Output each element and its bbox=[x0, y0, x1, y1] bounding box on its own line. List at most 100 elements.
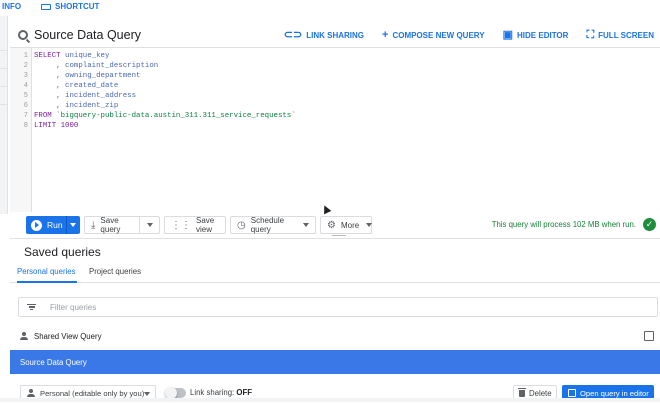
code-line: , incident_address bbox=[34, 92, 136, 100]
hide-editor-button[interactable]: ▣ HIDE EDITOR bbox=[502, 28, 569, 41]
line-number: 8 bbox=[23, 122, 28, 130]
sql-keyword: SELECT bbox=[34, 52, 61, 60]
code-line: , owning_department bbox=[34, 72, 140, 80]
chevron-down-icon bbox=[144, 392, 150, 396]
person-icon bbox=[27, 389, 35, 397]
info-link[interactable]: INFO bbox=[2, 2, 21, 11]
shortcut-label: SHORTCUT bbox=[55, 2, 100, 11]
query-toolbar: Run ⤓ Save query ⋮⋮ Save view ◷ Schedule… bbox=[22, 214, 660, 236]
panel-divider bbox=[0, 86, 8, 87]
left-panel-edge bbox=[0, 16, 8, 214]
saved-queries-title: Saved queries bbox=[24, 245, 101, 259]
editor-actions: ⊂⊃ LINK SHARING + COMPOSE NEW QUERY ▣ HI… bbox=[284, 22, 654, 48]
hide-editor-icon: ▣ bbox=[502, 28, 514, 41]
sql-table-ref: `bigquery-public-data.austin_311.311_ser… bbox=[51, 112, 296, 120]
editor-header: Source Data Query ⊂⊃ LINK SHARING + COMP… bbox=[10, 22, 660, 48]
query-validation-status: This query will process 102 MB when run. bbox=[491, 220, 636, 229]
link-sharing-button[interactable]: ⊂⊃ LINK SHARING bbox=[283, 28, 365, 41]
link-sharing-state: OFF bbox=[236, 388, 252, 397]
save-icon: ⤓ bbox=[91, 219, 96, 231]
chevron-down-icon bbox=[366, 223, 373, 227]
visibility-value: Personal (editable only by you) bbox=[40, 388, 145, 398]
chevron-down-icon[interactable] bbox=[70, 223, 76, 227]
panel-divider bbox=[0, 104, 8, 105]
line-number-gutter: 1 2 3 4 5 6 7 8 bbox=[10, 48, 32, 212]
run-label: Run bbox=[47, 220, 63, 230]
code-line: LIMIT 1000 bbox=[34, 122, 78, 130]
panel-divider bbox=[0, 68, 8, 69]
chevron-down-icon[interactable] bbox=[147, 223, 153, 227]
sql-text: , incident_address bbox=[34, 92, 137, 100]
link-sharing-toggle[interactable] bbox=[165, 387, 186, 399]
link-sharing-label: LINK SHARING bbox=[306, 30, 365, 40]
save-query-label: Save query bbox=[100, 216, 121, 234]
saved-query-row-selected[interactable]: Source Data Query bbox=[10, 350, 660, 374]
open-in-editor-icon bbox=[568, 389, 576, 397]
fullscreen-icon: ⛶ bbox=[586, 28, 595, 41]
save-query-button[interactable]: ⤓ Save query bbox=[84, 216, 160, 234]
tab-project-queries[interactable]: Project queries bbox=[89, 265, 149, 283]
code-line: , incident_zip bbox=[34, 102, 118, 110]
sql-text: , complaint_description bbox=[34, 62, 159, 70]
line-number: 5 bbox=[23, 92, 28, 100]
line-number: 7 bbox=[23, 112, 28, 120]
panel-divider bbox=[0, 50, 8, 51]
delete-label: Delete bbox=[529, 388, 552, 398]
saved-queries-tabs: Personal queries Project queries bbox=[10, 265, 660, 283]
save-view-button[interactable]: ⋮⋮ Save view bbox=[164, 216, 226, 234]
tab-personal-queries[interactable]: Personal queries bbox=[17, 265, 77, 283]
sql-text: unique_key bbox=[60, 52, 110, 60]
open-query-icon[interactable] bbox=[644, 331, 654, 341]
line-number: 3 bbox=[23, 72, 28, 80]
compose-new-query-label: COMPOSE NEW QUERY bbox=[392, 30, 485, 40]
run-split-divider bbox=[66, 216, 67, 234]
view-icon: ⋮⋮ bbox=[171, 219, 191, 231]
play-icon bbox=[31, 219, 42, 231]
trash-icon bbox=[518, 387, 526, 397]
filter-queries-input[interactable]: Filter queries bbox=[18, 297, 658, 317]
check-circle-icon: ✓ bbox=[643, 218, 656, 231]
top-bar: INFO SHORTCUT bbox=[0, 0, 660, 16]
line-number: 2 bbox=[23, 62, 28, 70]
compose-new-query-button[interactable]: + COMPOSE NEW QUERY bbox=[382, 29, 485, 41]
sql-text: 1000 bbox=[56, 122, 79, 130]
shortcut-link[interactable]: SHORTCUT bbox=[41, 2, 99, 11]
link-icon: ⊂⊃ bbox=[283, 28, 303, 41]
bottom-edge bbox=[0, 398, 660, 402]
keyboard-icon bbox=[41, 3, 51, 10]
schedule-query-button[interactable]: ◷ Schedule query bbox=[230, 216, 316, 234]
full-screen-label: FULL SCREEN bbox=[598, 30, 654, 40]
hide-editor-label: HIDE EDITOR bbox=[517, 30, 569, 40]
chevron-down-icon bbox=[303, 223, 309, 227]
open-query-label: Open query in editor bbox=[580, 388, 649, 398]
button-divider bbox=[139, 217, 140, 233]
code-line: FROM `bigquery-public-data.austin_311.31… bbox=[34, 112, 296, 120]
sql-text: , created_date bbox=[34, 82, 119, 90]
gear-icon: ⚙ bbox=[327, 219, 336, 231]
editor-title-text: Source Data Query bbox=[34, 27, 141, 42]
line-number: 6 bbox=[23, 102, 28, 110]
sql-keyword: LIMIT bbox=[34, 122, 57, 130]
query-editor[interactable]: 1 2 3 4 5 6 7 8 SELECT unique_key , comp… bbox=[10, 48, 660, 212]
more-label: More bbox=[340, 220, 360, 230]
more-button[interactable]: ⚙ More bbox=[320, 216, 373, 234]
filter-icon bbox=[27, 303, 36, 311]
clock-icon: ◷ bbox=[237, 219, 246, 231]
code-line: , complaint_description bbox=[34, 62, 158, 70]
sql-text: , owning_department bbox=[34, 72, 141, 80]
link-sharing-status: Link sharing: OFF bbox=[190, 388, 252, 397]
saved-query-name: Shared View Query bbox=[34, 331, 102, 341]
code-line: , created_date bbox=[34, 82, 118, 90]
saved-queries-panel: Saved queries Personal queries Project q… bbox=[10, 238, 660, 402]
filter-placeholder: Filter queries bbox=[50, 302, 97, 312]
saved-query-row[interactable]: Shared View Query bbox=[10, 327, 660, 345]
editor-title: Source Data Query bbox=[18, 28, 141, 42]
line-number: 1 bbox=[23, 52, 28, 60]
saved-query-name: Source Data Query bbox=[20, 357, 87, 367]
query-icon bbox=[18, 29, 28, 40]
run-button[interactable]: Run bbox=[26, 216, 80, 234]
line-number: 4 bbox=[23, 82, 28, 90]
person-icon bbox=[20, 332, 28, 340]
link-sharing-text: Link sharing: bbox=[190, 388, 235, 397]
full-screen-button[interactable]: ⛶ FULL SCREEN bbox=[586, 28, 654, 41]
